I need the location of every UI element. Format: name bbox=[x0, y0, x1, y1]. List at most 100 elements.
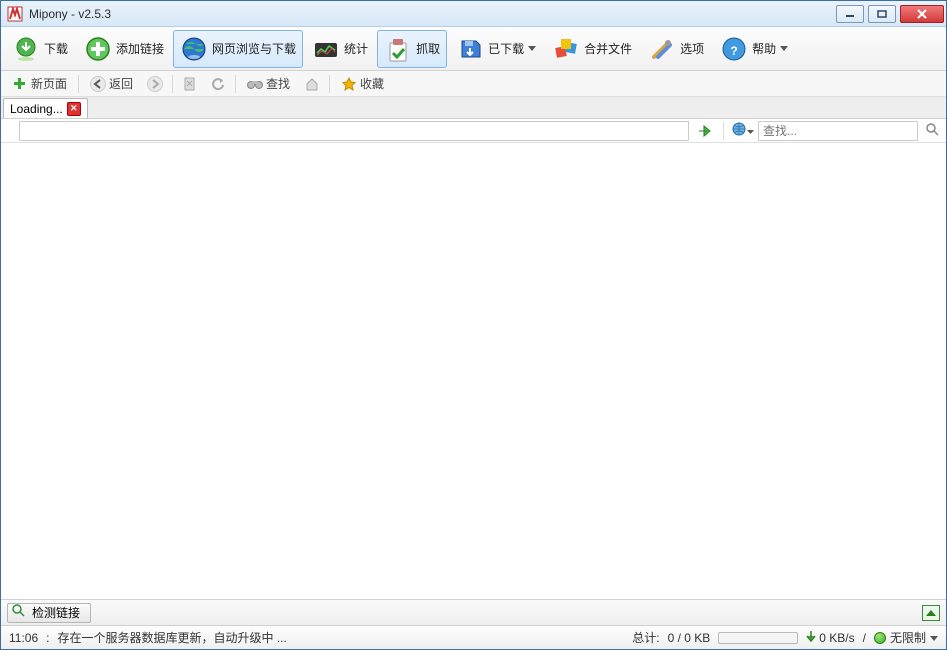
main-toolbar: 下载 添加链接 网页浏览与下载 统计 抓取 bbox=[1, 27, 946, 71]
nav-home[interactable] bbox=[301, 73, 323, 95]
separator bbox=[78, 75, 79, 93]
tab-strip: Loading... ✕ bbox=[1, 97, 946, 119]
star-icon bbox=[341, 76, 357, 92]
stop-icon bbox=[182, 76, 198, 92]
window-controls bbox=[836, 5, 944, 23]
nav-find[interactable]: 查找 bbox=[242, 72, 295, 95]
nav-find-label: 查找 bbox=[266, 75, 290, 92]
browser-tab[interactable]: Loading... ✕ bbox=[3, 98, 88, 118]
toolbar-downloaded-label: 已下载 bbox=[488, 40, 524, 57]
toolbar-downloaded[interactable]: 已下载 bbox=[449, 30, 543, 68]
merge-files-icon bbox=[552, 35, 580, 63]
go-button[interactable] bbox=[695, 121, 715, 141]
totals-label: 总计: bbox=[632, 629, 659, 646]
toolbar-merge-label: 合并文件 bbox=[584, 40, 632, 57]
toolbar-download[interactable]: 下载 bbox=[5, 30, 75, 68]
nav-bar: 新页面 返回 查找 收藏 bbox=[1, 71, 946, 97]
toolbar-grab[interactable]: 抓取 bbox=[377, 30, 447, 68]
separator bbox=[329, 75, 330, 93]
grab-icon bbox=[384, 35, 412, 63]
limit-label: 无限制 bbox=[890, 629, 926, 646]
collapse-toggle[interactable] bbox=[922, 605, 940, 621]
status-dot-icon bbox=[874, 632, 886, 644]
status-time: 11:06 bbox=[9, 631, 38, 645]
svg-text:?: ? bbox=[730, 44, 737, 58]
help-icon: ? bbox=[720, 35, 748, 63]
search-input[interactable] bbox=[758, 121, 918, 141]
limit-control[interactable]: 无限制 bbox=[874, 629, 938, 646]
globe-icon bbox=[732, 122, 746, 139]
app-window: Mipony - v2.5.3 下载 添加链接 网页浏览与下载 bbox=[0, 0, 947, 650]
nav-new-page[interactable]: 新页面 bbox=[7, 72, 72, 95]
tab-label: Loading... bbox=[10, 102, 63, 116]
chevron-down-icon bbox=[930, 631, 938, 645]
plus-icon bbox=[12, 76, 28, 92]
downloaded-icon bbox=[456, 35, 484, 63]
status-bar: 11:06 : 存在一个服务器数据库更新，自动升级中 ... 总计: 0 / 0… bbox=[1, 625, 946, 649]
search-engine-selector[interactable] bbox=[732, 121, 754, 141]
chevron-down-icon bbox=[780, 45, 788, 53]
separator bbox=[723, 122, 724, 140]
chevron-down-icon bbox=[747, 124, 754, 138]
detect-links-label: 检测链接 bbox=[32, 604, 80, 621]
down-arrow-icon bbox=[806, 630, 816, 645]
nav-refresh[interactable] bbox=[207, 73, 229, 95]
toolbar-help[interactable]: ? 帮助 bbox=[713, 30, 795, 68]
progress-bar bbox=[718, 632, 798, 644]
back-icon bbox=[90, 76, 106, 92]
search-button[interactable] bbox=[922, 121, 942, 141]
toolbar-merge-files[interactable]: 合并文件 bbox=[545, 30, 639, 68]
totals-value: 0 / 0 KB bbox=[668, 631, 711, 645]
toolbar-options-label: 选项 bbox=[680, 40, 704, 57]
close-button[interactable] bbox=[900, 5, 944, 23]
toolbar-options[interactable]: 选项 bbox=[641, 30, 711, 68]
search-icon bbox=[925, 122, 939, 139]
refresh-icon bbox=[210, 76, 226, 92]
window-title: Mipony - v2.5.3 bbox=[29, 7, 836, 21]
binoculars-icon bbox=[247, 76, 263, 92]
toolbar-add-link[interactable]: 添加链接 bbox=[77, 30, 171, 68]
address-row bbox=[1, 119, 946, 143]
home-icon bbox=[304, 76, 320, 92]
status-message: 存在一个服务器数据库更新，自动升级中 ... bbox=[57, 629, 286, 646]
toolbar-browse-download[interactable]: 网页浏览与下载 bbox=[173, 30, 303, 68]
separator bbox=[235, 75, 236, 93]
chevron-down-icon bbox=[528, 45, 536, 53]
detect-links-button[interactable]: 检测链接 bbox=[7, 603, 91, 623]
maximize-button[interactable] bbox=[868, 5, 896, 23]
nav-favorites-label: 收藏 bbox=[360, 75, 384, 92]
speed-indicator: 0 KB/s bbox=[806, 630, 854, 645]
nav-new-page-label: 新页面 bbox=[31, 75, 67, 92]
add-link-icon bbox=[84, 35, 112, 63]
app-icon bbox=[7, 6, 23, 22]
nav-forward[interactable] bbox=[144, 73, 166, 95]
chevron-up-icon bbox=[926, 606, 936, 620]
search-icon bbox=[12, 604, 26, 621]
status-colon: : bbox=[46, 631, 49, 645]
toolbar-add-link-label: 添加链接 bbox=[116, 40, 164, 57]
detect-bar: 检测链接 bbox=[1, 599, 946, 625]
close-tab-icon[interactable]: ✕ bbox=[67, 102, 81, 116]
title-bar: Mipony - v2.5.3 bbox=[1, 1, 946, 27]
forward-icon bbox=[147, 76, 163, 92]
separator bbox=[172, 75, 173, 93]
minimize-button[interactable] bbox=[836, 5, 864, 23]
toolbar-stats[interactable]: 统计 bbox=[305, 30, 375, 68]
nav-back-label: 返回 bbox=[109, 75, 133, 92]
nav-stop[interactable] bbox=[179, 73, 201, 95]
nav-back[interactable]: 返回 bbox=[85, 72, 138, 95]
toolbar-browse-label: 网页浏览与下载 bbox=[212, 40, 296, 57]
status-slash: / bbox=[863, 631, 866, 645]
nav-favorites[interactable]: 收藏 bbox=[336, 72, 389, 95]
toolbar-help-label: 帮助 bbox=[752, 40, 776, 57]
toolbar-grab-label: 抓取 bbox=[416, 40, 440, 57]
stats-icon bbox=[312, 35, 340, 63]
options-icon bbox=[648, 35, 676, 63]
address-bar[interactable] bbox=[19, 121, 689, 141]
globe-icon bbox=[180, 35, 208, 63]
download-icon bbox=[12, 35, 40, 63]
browser-content bbox=[1, 143, 946, 599]
toolbar-download-label: 下载 bbox=[44, 40, 68, 57]
toolbar-stats-label: 统计 bbox=[344, 40, 368, 57]
speed-value: 0 KB/s bbox=[819, 631, 854, 645]
